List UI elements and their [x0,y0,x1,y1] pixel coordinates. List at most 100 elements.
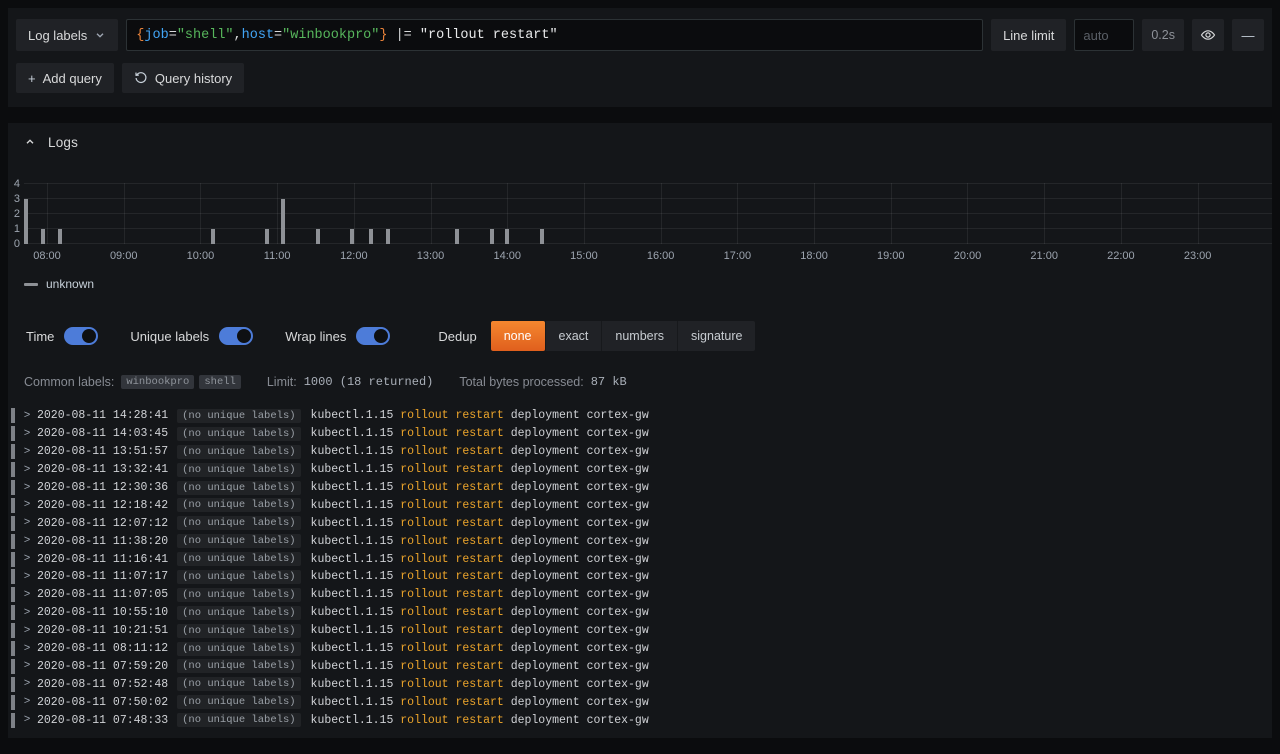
log-msg-post: deployment cortex-gw [504,445,649,458]
log-labels-badge: (no unique labels) [177,659,300,673]
expand-row-chevron-icon[interactable]: > [21,482,33,494]
log-row[interactable]: > 2020-08-11 11:07:05 (no unique labels)… [11,586,1256,604]
eye-icon [1200,27,1216,43]
expand-row-chevron-icon[interactable]: > [21,428,33,440]
log-row[interactable]: > 2020-08-11 12:07:12 (no unique labels)… [11,514,1256,532]
expand-row-chevron-icon[interactable]: > [21,410,33,422]
limit-group: Limit: 1000 (18 returned) [267,375,434,389]
log-time: 2020-08-11 07:52:48 [37,678,168,691]
log-row[interactable]: > 2020-08-11 07:50:02 (no unique labels)… [11,693,1256,711]
log-message: kubectl.1.15 rollout restart deployment … [311,499,649,512]
x-axis-tick-label: 11:00 [264,250,291,262]
log-time: 2020-08-11 08:11:12 [37,642,168,655]
query-input[interactable]: {job="shell",host="winbookpro"} |= "roll… [126,19,983,51]
log-labels-badge: (no unique labels) [177,534,300,548]
expand-row-chevron-icon[interactable]: > [21,499,33,511]
log-msg-pre: kubectl.1.15 [311,409,401,422]
history-icon [134,71,148,85]
log-message: kubectl.1.15 rollout restart deployment … [311,606,649,619]
log-row[interactable]: > 2020-08-11 14:03:45 (no unique labels)… [11,425,1256,443]
log-message: kubectl.1.15 rollout restart deployment … [311,714,649,727]
limit-label: Limit: [267,375,297,389]
log-msg-post: deployment cortex-gw [504,678,649,691]
expand-row-chevron-icon[interactable]: > [21,660,33,672]
log-row[interactable]: > 2020-08-11 07:52:48 (no unique labels)… [11,675,1256,693]
common-labels-label: Common labels: [24,375,114,389]
logs-panel-header[interactable]: Logs [24,133,1256,151]
line-limit-button[interactable]: Line limit [991,19,1066,51]
log-msg-pre: kubectl.1.15 [311,499,401,512]
histogram-bar [540,229,544,244]
log-row[interactable]: > 2020-08-11 07:48:33 (no unique labels)… [11,711,1256,729]
query-history-button[interactable]: Query history [122,63,244,93]
expand-row-chevron-icon[interactable]: > [21,714,33,726]
x-axis-tick-label: 19:00 [877,250,905,262]
log-row[interactable]: > 2020-08-11 07:59:20 (no unique labels)… [11,657,1256,675]
log-msg-pre: kubectl.1.15 [311,517,401,530]
chart-plot[interactable]: 0123408:0009:0010:0011:0012:0013:0014:00… [24,183,1272,244]
log-time: 2020-08-11 14:28:41 [37,409,168,422]
x-gridline [584,183,585,244]
log-time: 2020-08-11 10:55:10 [37,606,168,619]
log-row[interactable]: > 2020-08-11 11:07:17 (no unique labels)… [11,568,1256,586]
log-msg-post: deployment cortex-gw [504,481,649,494]
log-time: 2020-08-11 13:32:41 [37,463,168,476]
query-token: "winbookpro" [282,28,379,43]
dedup-option-numbers[interactable]: numbers [601,321,677,351]
expand-row-chevron-icon[interactable]: > [21,589,33,601]
log-row[interactable]: > 2020-08-11 10:21:51 (no unique labels)… [11,622,1256,640]
log-row[interactable]: > 2020-08-11 12:18:42 (no unique labels)… [11,496,1256,514]
log-msg-match: rollout restart [400,427,504,440]
log-row[interactable]: > 2020-08-11 11:16:41 (no unique labels)… [11,550,1256,568]
common-label-badge: winbookpro [121,375,194,389]
log-msg-match: rollout restart [400,588,504,601]
log-message: kubectl.1.15 rollout restart deployment … [311,678,649,691]
query-token: |= [387,28,419,43]
logs-panel: Logs 0123408:0009:0010:0011:0012:0013:00… [8,123,1272,738]
line-limit-input[interactable] [1074,19,1134,51]
x-axis-tick-label: 23:00 [1184,250,1212,262]
x-axis-tick-label: 21:00 [1030,250,1058,262]
dedup-option-signature[interactable]: signature [677,321,755,351]
log-row[interactable]: > 2020-08-11 11:38:20 (no unique labels)… [11,532,1256,550]
x-gridline [737,183,738,244]
log-time: 2020-08-11 13:51:57 [37,445,168,458]
toggle-time-switch[interactable] [64,327,98,345]
y-axis-tick-label: 3 [4,193,20,205]
histogram-bar [316,229,320,244]
log-labels-dropdown[interactable]: Log labels [16,19,118,51]
log-time: 2020-08-11 11:07:05 [37,588,168,601]
log-row[interactable]: > 2020-08-11 10:55:10 (no unique labels)… [11,604,1256,622]
log-labels-badge: (no unique labels) [177,570,300,584]
expand-row-chevron-icon[interactable]: > [21,696,33,708]
expand-row-chevron-icon[interactable]: > [21,517,33,529]
log-msg-match: rollout restart [400,660,504,673]
expand-row-chevron-icon[interactable]: > [21,643,33,655]
legend-item-unknown[interactable]: unknown [24,277,1256,291]
expand-row-chevron-icon[interactable]: > [21,535,33,547]
expand-row-chevron-icon[interactable]: > [21,571,33,583]
hide-response-button[interactable] [1192,19,1224,51]
log-row[interactable]: > 2020-08-11 12:30:36 (no unique labels)… [11,479,1256,497]
expand-row-chevron-icon[interactable]: > [21,678,33,690]
log-row[interactable]: > 2020-08-11 13:51:57 (no unique labels)… [11,443,1256,461]
log-row[interactable]: > 2020-08-11 08:11:12 (no unique labels)… [11,640,1256,658]
toggle-unique-labels-switch[interactable] [219,327,253,345]
expand-row-chevron-icon[interactable]: > [21,607,33,619]
expand-row-chevron-icon[interactable]: > [21,446,33,458]
dedup-option-exact[interactable]: exact [545,321,602,351]
expand-row-chevron-icon[interactable]: > [21,553,33,565]
log-msg-match: rollout restart [400,696,504,709]
expand-row-chevron-icon[interactable]: > [21,464,33,476]
dedup-option-none[interactable]: none [491,321,545,351]
toggle-wrap-lines-switch[interactable] [356,327,390,345]
add-query-button[interactable]: + Add query [16,63,114,93]
log-time: 2020-08-11 14:03:45 [37,427,168,440]
remove-query-button[interactable]: — [1232,19,1264,51]
x-gridline [47,183,48,244]
expand-row-chevron-icon[interactable]: > [21,625,33,637]
log-msg-pre: kubectl.1.15 [311,642,401,655]
log-row[interactable]: > 2020-08-11 13:32:41 (no unique labels)… [11,461,1256,479]
logs-panel-title: Logs [48,135,78,150]
log-row[interactable]: > 2020-08-11 14:28:41 (no unique labels)… [11,407,1256,425]
